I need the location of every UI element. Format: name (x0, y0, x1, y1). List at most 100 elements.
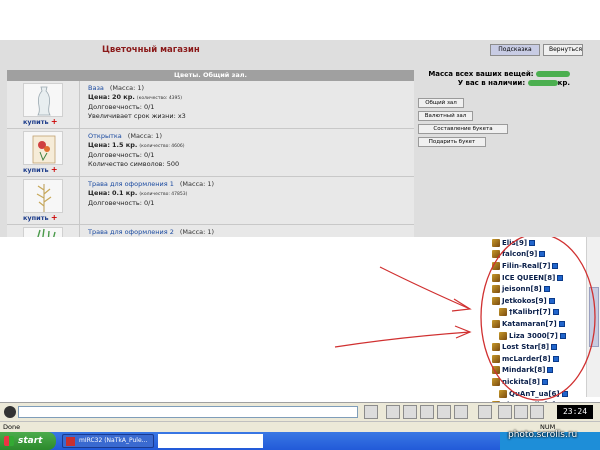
plus-icon: + (50, 213, 58, 222)
general-hall-button[interactable]: Общий зал (418, 98, 464, 108)
right-panel: Масса всех ваших вещей: У вас в наличии:… (418, 70, 598, 150)
user-list-item[interactable]: nickita[8] (492, 376, 586, 388)
divider (79, 225, 80, 237)
start-button[interactable]: start (0, 432, 56, 450)
price-label: Цена: (88, 92, 110, 101)
item-name[interactable]: Открытка (88, 132, 122, 140)
item-detail: Долговечность: 0/1 (88, 103, 155, 112)
user-info-icon[interactable] (557, 274, 564, 281)
screen: Цветочный магазин Подсказка Вернуться Цв… (0, 0, 600, 450)
user-info-icon[interactable] (541, 378, 548, 385)
settings-icon[interactable] (498, 405, 512, 419)
tool-icon[interactable] (514, 405, 528, 419)
user-list-item[interactable]: Katamaran[7] (492, 318, 586, 330)
item-quantity: (количество: 4395) (136, 95, 183, 101)
user-info-icon[interactable] (548, 297, 555, 304)
price-value: 1.5 кр. (112, 140, 138, 149)
watermark: photo.scrolls.ru (508, 430, 578, 440)
user-info-icon[interactable] (547, 367, 554, 374)
user-list-item[interactable]: Mindark[8] (492, 365, 586, 377)
smiley-menu-icon[interactable] (4, 406, 16, 418)
item-name[interactable]: Ваза (88, 84, 104, 92)
smiley-icon[interactable] (478, 405, 492, 419)
user-list-item[interactable]: jeisonn[8] (492, 283, 586, 295)
userlist-scrollbar[interactable] (586, 237, 600, 397)
user-rank-icon (492, 285, 500, 294)
item-row-vase: купить + Ваза (Масса: 1) Цена: 20 кр. (ко… (7, 81, 414, 129)
user-list-item[interactable]: falcon[9] (492, 249, 586, 261)
user-rank-icon (492, 261, 500, 270)
user-name: nickita[8] (502, 377, 540, 386)
private-icon[interactable] (420, 405, 434, 419)
price-label: Цена: (88, 188, 110, 197)
user-name: Filin-Real[7] (502, 261, 551, 270)
buy-grass-1-button[interactable]: купить + (23, 213, 58, 222)
item-row-grass-1: купить + Трава для оформления 1 (Масса: 1… (7, 177, 414, 225)
censor-mark (536, 71, 570, 77)
user-info-icon[interactable] (552, 309, 559, 316)
user-name: mcLarder[8] (502, 354, 551, 363)
taskbar-item-mirc[interactable]: mIRC32 (NaTkA_Pule... (62, 434, 154, 448)
user-list-item[interactable]: mcLarder[8] (492, 353, 586, 365)
user-name: Lost Star[8] (502, 343, 550, 352)
back-button[interactable]: Вернуться (543, 44, 583, 56)
user-rank-icon (492, 296, 500, 305)
online-user-list: Elis[9] falcon[9] Filin-Real[7] ICE QUEEN[8… (492, 237, 586, 410)
user-info-icon[interactable] (559, 332, 566, 339)
money-label: У вас в наличии: (457, 79, 526, 87)
hint-button[interactable]: Подсказка (490, 44, 540, 56)
user-info-icon[interactable] (551, 344, 558, 351)
buy-label: купить (23, 214, 49, 222)
task-label: mIRC32 (NaTkA_Pule... (79, 437, 148, 444)
compose-bouquet-button[interactable]: Составление букета (418, 124, 508, 134)
chat-input[interactable] (18, 406, 358, 418)
item-name[interactable]: Трава для оформления 2 (88, 228, 174, 236)
brush-icon[interactable] (530, 405, 544, 419)
censor-mark (527, 80, 558, 86)
item-quantity: (количество: 4606) (139, 143, 185, 149)
user-list-item[interactable]: Lost Star[8] (492, 341, 586, 353)
send-button[interactable] (364, 405, 378, 419)
postcard-image (23, 131, 63, 165)
item-info: Трава для оформления 2 (Масса: 1) (88, 228, 214, 237)
user-list-item[interactable]: Elis[9] (492, 237, 586, 249)
user-info-icon[interactable] (561, 390, 568, 397)
currency-hall-button[interactable]: Валютный зал (418, 111, 473, 121)
user-list-item[interactable]: †Kalibr†[7] (492, 307, 586, 319)
user-list-item[interactable]: Jetkokos[9] (492, 295, 586, 307)
gift-bouquet-button[interactable]: Подарить букет (418, 137, 486, 147)
item-quantity: (количество: 47853) (139, 191, 188, 197)
user-icon[interactable] (437, 405, 451, 419)
user-rank-icon (499, 389, 507, 398)
buy-postcard-button[interactable]: купить + (23, 165, 58, 174)
scrollbar-thumb[interactable] (589, 287, 599, 347)
user-rank-icon (492, 366, 500, 375)
item-info: Ваза (Масса: 1) Цена: 20 кр. (количество:… (88, 84, 186, 120)
buy-vase-button[interactable]: купить + (23, 117, 58, 126)
item-detail: Долговечность: 0/1 (88, 151, 155, 160)
item-detail: Количество символов: 500 (88, 159, 180, 168)
page-title: Цветочный магазин (102, 45, 200, 55)
filter-icon[interactable] (403, 405, 417, 419)
tools-icon[interactable] (454, 405, 468, 419)
user-name: ICE QUEEN[8] (502, 273, 556, 282)
user-list-item[interactable]: Liza 3000[7] (492, 330, 586, 342)
user-info-icon[interactable] (552, 262, 559, 269)
item-detail: Долговечность: 0/1 (88, 199, 155, 208)
user-list-item[interactable]: ICE QUEEN[8] (492, 272, 586, 284)
clear-icon[interactable] (386, 405, 400, 419)
mass-label: Масса всех ваших вещей: (428, 70, 534, 78)
user-info-icon[interactable] (539, 251, 546, 258)
user-list-item[interactable]: Filin-Real[7] (492, 260, 586, 272)
user-name: Jetkokos[9] (502, 296, 547, 305)
vase-image (23, 83, 63, 117)
user-info-icon[interactable] (558, 320, 565, 327)
item-mass: (Масса: 1) (179, 228, 215, 236)
user-rank-icon (492, 250, 500, 259)
user-list-item[interactable]: QuAnT_ua[6] (492, 388, 586, 400)
item-detail: Увеличивает срок жизни: x3 (88, 111, 186, 120)
user-info-icon[interactable] (543, 286, 550, 293)
user-info-icon[interactable] (552, 355, 559, 362)
item-name[interactable]: Трава для оформления 1 (88, 180, 174, 188)
user-info-icon[interactable] (529, 239, 536, 246)
